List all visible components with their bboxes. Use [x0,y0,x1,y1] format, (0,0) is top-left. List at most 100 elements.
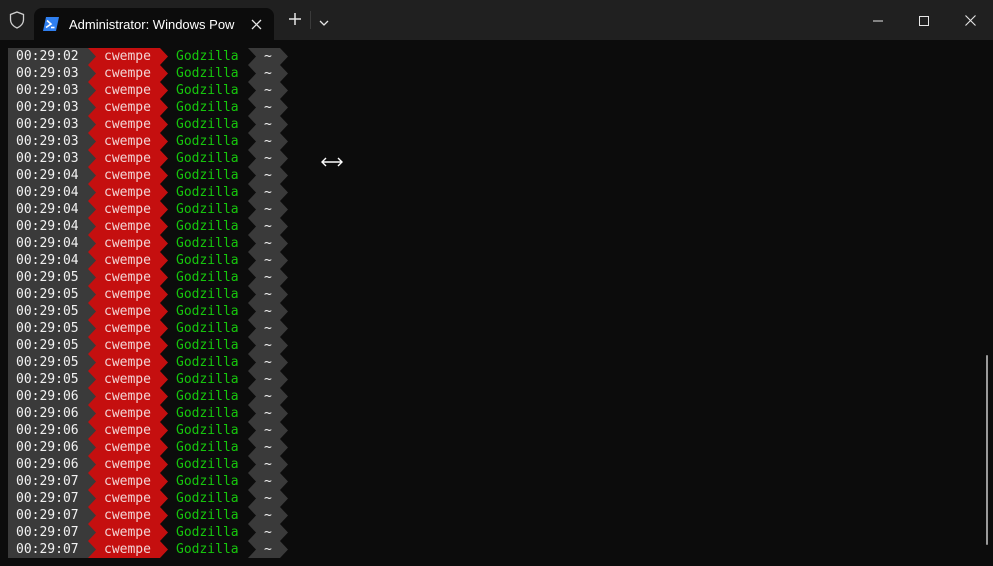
prompt-host: Godzilla [176,287,239,302]
minimize-button[interactable] [855,0,901,40]
prompt-host: Godzilla [176,474,239,489]
prompt-host: Godzilla [176,253,239,268]
prompt-time: 00:29:07 [8,507,98,524]
prompt-user: cwempe [88,388,168,405]
prompt-host: Godzilla [176,185,239,200]
prompt-host: Godzilla [176,542,239,557]
prompt-line: 00:29:04 cwempe Godzilla ~ [8,184,298,201]
prompt-user: cwempe [88,82,168,99]
prompt-time: 00:29:03 [8,65,98,82]
prompt-time: 00:29:07 [8,490,98,507]
prompt-time: 00:29:06 [8,422,98,439]
prompt-host: Godzilla [176,423,239,438]
prompt-user: cwempe [88,167,168,184]
prompt-user: cwempe [88,354,168,371]
prompt-user: cwempe [88,286,168,303]
tab-powershell[interactable]: Administrator: Windows PowerShell [34,8,274,40]
prompt-host: Godzilla [176,66,239,81]
prompt-host: Godzilla [176,168,239,183]
vertical-scrollbar[interactable] [986,355,988,545]
prompt-user: cwempe [88,524,168,541]
prompt-host: Godzilla [176,389,239,404]
prompt-host: Godzilla [176,372,239,387]
prompt-time: 00:29:04 [8,252,98,269]
prompt-host: Godzilla [176,219,239,234]
prompt-line: 00:29:04 cwempe Godzilla ~ [8,201,298,218]
prompt-time: 00:29:04 [8,218,98,235]
prompt-host: Godzilla [176,100,239,115]
prompt-time: 00:29:03 [8,133,98,150]
terminal-output[interactable]: 00:29:02 cwempe Godzilla ~00:29:03 cwempe God… [0,40,993,566]
prompt-time: 00:29:02 [8,48,98,65]
close-icon[interactable] [248,16,264,32]
prompt-line: 00:29:04 cwempe Godzilla ~ [8,167,298,184]
prompt-host: Godzilla [176,440,239,455]
prompt-time: 00:29:06 [8,388,98,405]
prompt-user: cwempe [88,150,168,167]
prompt-line: 00:29:05 cwempe Godzilla ~ [8,337,298,354]
prompt-time: 00:29:03 [8,150,98,167]
prompt-time: 00:29:05 [8,337,98,354]
prompt-line: 00:29:03 cwempe Godzilla ~ [8,82,298,99]
minimize-icon [873,11,883,30]
prompt-line: 00:29:07 cwempe Godzilla ~ [8,507,298,524]
title-bar: Administrator: Windows PowerShell [0,0,993,40]
chevron-down-icon [319,11,329,30]
prompt-host: Godzilla [176,406,239,421]
powershell-icon [43,16,59,32]
prompt-host: Godzilla [176,525,239,540]
horizontal-resize-cursor-icon [320,153,344,167]
prompt-user: cwempe [88,456,168,473]
close-window-button[interactable] [947,0,993,40]
prompt-line: 00:29:07 cwempe Godzilla ~ [8,490,298,507]
profiles-dropdown-button[interactable] [311,0,337,40]
prompt-user: cwempe [88,303,168,320]
prompt-host: Godzilla [176,321,239,336]
prompt-user: cwempe [88,439,168,456]
prompt-time: 00:29:05 [8,371,98,388]
maximize-button[interactable] [901,0,947,40]
prompt-line: 00:29:06 cwempe Godzilla ~ [8,439,298,456]
prompt-line: 00:29:04 cwempe Godzilla ~ [8,252,298,269]
prompt-host: Godzilla [176,457,239,472]
window-caption-buttons [855,0,993,40]
prompt-host: Godzilla [176,49,239,64]
prompt-time: 00:29:05 [8,269,98,286]
prompt-host: Godzilla [176,151,239,166]
prompt-user: cwempe [88,235,168,252]
prompt-user: cwempe [88,218,168,235]
prompt-host: Godzilla [176,270,239,285]
prompt-time: 00:29:04 [8,201,98,218]
prompt-line: 00:29:05 cwempe Godzilla ~ [8,371,298,388]
prompt-line: 00:29:05 cwempe Godzilla ~ [8,303,298,320]
prompt-line: 00:29:05 cwempe Godzilla ~ [8,269,298,286]
prompt-time: 00:29:07 [8,524,98,541]
prompt-line: 00:29:03 cwempe Godzilla ~ [8,65,298,82]
prompt-host: Godzilla [176,304,239,319]
prompt-line: 00:29:03 cwempe Godzilla ~ [8,150,298,167]
maximize-icon [919,11,929,30]
prompt-time: 00:29:03 [8,116,98,133]
prompt-user: cwempe [88,473,168,490]
prompt-host: Godzilla [176,491,239,506]
prompt-line: 00:29:07 cwempe Godzilla ~ [8,473,298,490]
prompt-host: Godzilla [176,117,239,132]
prompt-user: cwempe [88,116,168,133]
prompt-user: cwempe [88,507,168,524]
prompt-user: cwempe [88,184,168,201]
prompt-line: 00:29:05 cwempe Godzilla ~ [8,286,298,303]
prompt-line: 00:29:03 cwempe Godzilla ~ [8,99,298,116]
prompt-line: 00:29:04 cwempe Godzilla ~ [8,218,298,235]
prompt-line: 00:29:06 cwempe Godzilla ~ [8,456,298,473]
prompt-time: 00:29:04 [8,167,98,184]
prompt-line: 00:29:02 cwempe Godzilla ~ [8,48,298,65]
prompt-line: 00:29:06 cwempe Godzilla ~ [8,388,298,405]
prompt-time: 00:29:06 [8,456,98,473]
prompt-user: cwempe [88,65,168,82]
prompt-user: cwempe [88,99,168,116]
new-tab-button[interactable] [280,0,310,40]
prompt-line: 00:29:07 cwempe Godzilla ~ [8,541,298,558]
prompt-user: cwempe [88,541,168,558]
prompt-line: 00:29:07 cwempe Godzilla ~ [8,524,298,541]
prompt-user: cwempe [88,269,168,286]
